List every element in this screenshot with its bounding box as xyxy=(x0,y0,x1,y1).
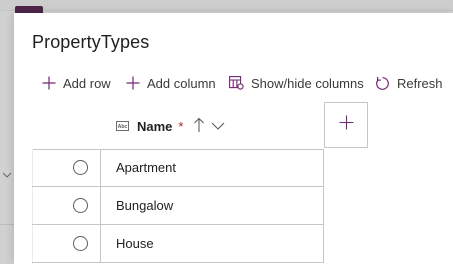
table-editor-panel: PropertyTypes Add row Add column Show/hi xyxy=(14,13,453,264)
row-select-radio[interactable] xyxy=(73,198,88,213)
add-column-cell-button[interactable] xyxy=(324,102,368,148)
cell-divider xyxy=(323,187,324,224)
name-cell[interactable]: House xyxy=(116,236,154,251)
show-hide-columns-label: Show/hide columns xyxy=(251,75,364,91)
plus-icon xyxy=(339,115,354,135)
arrow-up-icon[interactable] xyxy=(193,117,205,136)
row-select-radio[interactable] xyxy=(73,160,88,175)
name-cell[interactable]: Bungalow xyxy=(116,198,173,213)
show-hide-columns-button[interactable]: Show/hide columns xyxy=(229,69,364,97)
cell-divider xyxy=(323,225,324,262)
background-divider xyxy=(0,224,14,225)
panel-title: PropertyTypes xyxy=(32,32,150,52)
column-header-row: Abc Name * xyxy=(32,102,324,150)
command-bar: Add row Add column Show/hide columns Ref… xyxy=(14,69,453,97)
cell-divider xyxy=(323,149,324,186)
refresh-icon xyxy=(375,76,390,91)
cell-divider xyxy=(100,149,101,186)
required-indicator: * xyxy=(178,118,184,134)
plus-icon xyxy=(126,76,140,90)
column-name-label: Name xyxy=(137,118,173,134)
svg-text:Abc: Abc xyxy=(118,124,128,130)
background-chevron-icon xyxy=(1,168,13,180)
cell-divider xyxy=(100,187,101,224)
text-field-icon: Abc xyxy=(116,119,129,134)
chevron-down-icon[interactable] xyxy=(211,119,225,134)
add-row-button[interactable]: Add row xyxy=(42,69,111,97)
name-cell[interactable]: Apartment xyxy=(116,160,176,175)
add-column-button[interactable]: Add column xyxy=(126,69,216,97)
refresh-label: Refresh xyxy=(397,75,443,91)
refresh-button[interactable]: Refresh xyxy=(375,69,443,97)
table-row: House xyxy=(32,225,324,263)
data-grid: Abc Name * Apartment Bungalow House xyxy=(32,102,453,264)
add-row-label: Add row xyxy=(63,75,111,91)
background-header xyxy=(0,0,453,11)
add-column-label: Add column xyxy=(147,75,216,91)
table-row: Bungalow xyxy=(32,187,324,225)
cell-divider xyxy=(100,225,101,262)
table-row: Apartment xyxy=(32,149,324,187)
columns-icon xyxy=(229,76,244,90)
row-select-radio[interactable] xyxy=(73,236,88,251)
plus-icon xyxy=(42,76,56,90)
column-header-name[interactable]: Abc Name * xyxy=(116,116,225,136)
